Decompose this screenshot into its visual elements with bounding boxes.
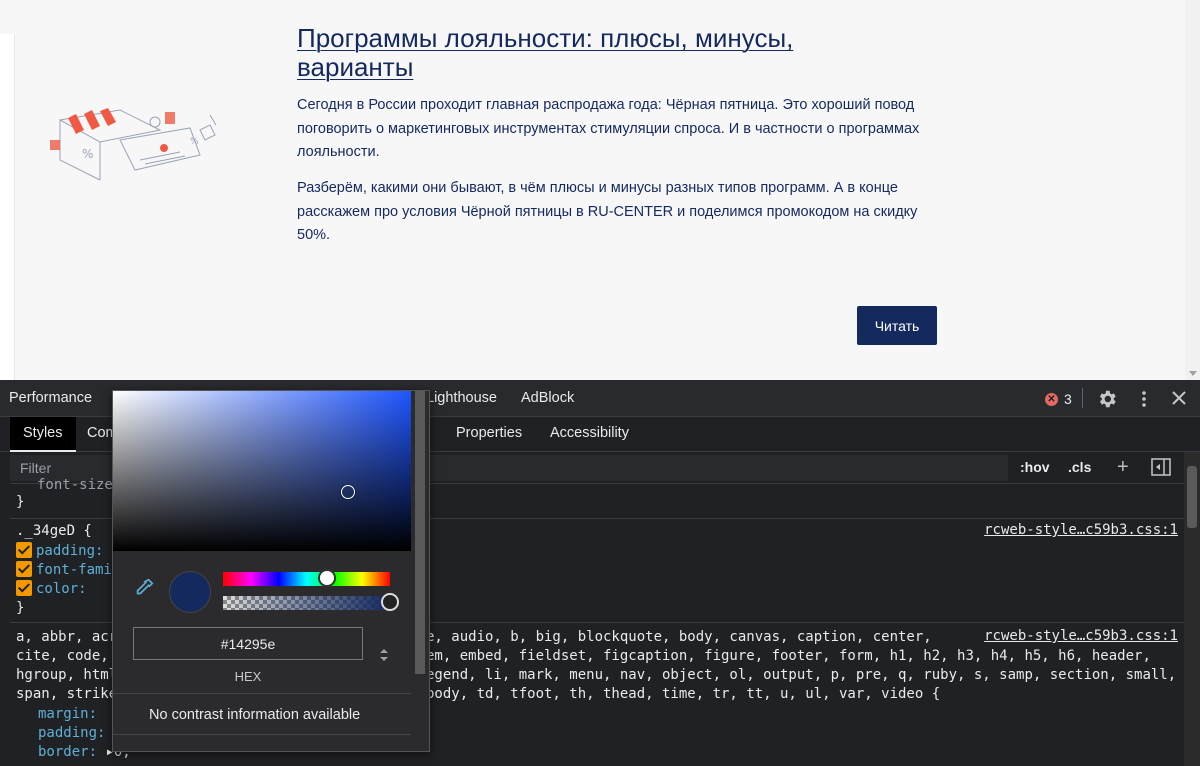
rule2-selector-line1-right[interactable]: e, audio, b, big, blockquote, body, canv… xyxy=(426,628,932,647)
styles-scrollbar[interactable] xyxy=(1184,452,1200,766)
svg-text:%: % xyxy=(190,137,199,147)
saturation-value-handle[interactable] xyxy=(341,485,355,499)
previous-rule-tail: font-size xyxy=(37,477,113,493)
rule2-selector-line4-left[interactable]: span, strike xyxy=(16,685,117,704)
article-paragraph-1: Сегодня в России проходит главная распро… xyxy=(297,97,920,160)
color-picker-scroll-thumb[interactable] xyxy=(415,391,425,674)
more-options-icon[interactable] xyxy=(1136,389,1152,409)
error-icon: ✕ xyxy=(1045,392,1058,406)
color-format-label: HEX xyxy=(234,669,262,684)
color-format-toggle-icon[interactable] xyxy=(379,647,389,663)
rule1-selector[interactable]: ._34geD { xyxy=(16,522,92,541)
page-left-edge xyxy=(0,34,15,380)
tab-lighthouse[interactable]: Lighthouse xyxy=(426,390,497,406)
hue-slider-handle[interactable] xyxy=(317,569,336,587)
rule2-selector-line3-left[interactable]: hgroup, html xyxy=(16,666,117,685)
styles-scroll-thumb[interactable] xyxy=(1187,466,1197,528)
eyedropper-icon[interactable] xyxy=(133,577,155,599)
color-picker-scrollbar[interactable] xyxy=(413,391,429,751)
rule1-prop-padding[interactable]: padding: xyxy=(16,542,103,561)
tab-properties[interactable]: Properties xyxy=(456,425,522,441)
rule1-prop-color[interactable]: color: xyxy=(16,580,87,599)
saturation-value-area[interactable] xyxy=(113,391,411,551)
property-checkbox[interactable] xyxy=(16,580,32,596)
rule-close-brace: } xyxy=(16,494,25,510)
article-paragraph-2: Разберём, какими они бывают, в чём плюсы… xyxy=(297,180,918,243)
rule2-selector-line4-right[interactable]: body, td, tfoot, th, thead, time, tr, tt… xyxy=(426,685,940,704)
property-checkbox[interactable] xyxy=(16,542,32,558)
rule1-close-brace: } xyxy=(16,600,25,616)
rule1-prop-font-family[interactable]: font-fami xyxy=(16,561,112,580)
hex-value-input[interactable] xyxy=(133,627,363,660)
contrast-info-text: No contrast information available xyxy=(149,707,361,723)
error-count: 3 xyxy=(1064,391,1072,407)
rule2-selector-line3-right[interactable]: egend, li, mark, menu, nav, object, ol, … xyxy=(426,666,1176,685)
tab-accessibility[interactable]: Accessibility xyxy=(550,425,629,441)
property-checkbox[interactable] xyxy=(16,561,32,577)
svg-text:%: % xyxy=(82,147,93,161)
webpage-viewport: % % Программы лояльности: плюсы, минусы,… xyxy=(0,0,1200,380)
alpha-slider[interactable] xyxy=(223,596,390,610)
tab-performance[interactable]: Performance xyxy=(9,390,92,406)
alpha-slider-handle[interactable] xyxy=(381,593,399,611)
toggle-sidebar-icon[interactable] xyxy=(1151,458,1171,476)
tab-styles[interactable]: Styles xyxy=(10,417,76,452)
hue-slider[interactable] xyxy=(223,572,390,586)
rule2-selector-line2-left[interactable]: cite, code, xyxy=(16,647,117,666)
gear-icon[interactable] xyxy=(1096,388,1118,410)
close-devtools-icon[interactable] xyxy=(1170,389,1188,407)
color-picker-separator xyxy=(113,693,411,694)
loyalty-shop-illustration: % % xyxy=(50,108,217,181)
toolbar-divider xyxy=(1082,388,1083,408)
article-title-link[interactable]: Программы лояльности: плюсы, минусы, вар… xyxy=(297,24,857,82)
color-picker-separator xyxy=(113,734,411,735)
color-picker-popup: HEX No contrast information available xyxy=(112,390,430,752)
rule2-prop-margin[interactable]: margin: xyxy=(38,705,97,724)
rule1-source-link[interactable]: rcweb-style…c59b3.css:1 xyxy=(984,522,1178,538)
new-rule-plus-icon[interactable]: + xyxy=(1117,456,1129,479)
tab-adblock[interactable]: AdBlock xyxy=(521,390,574,406)
rule2-selector-line2-right[interactable]: em, embed, fieldset, figcaption, figure,… xyxy=(426,647,1151,666)
read-button[interactable]: Читать xyxy=(857,306,937,345)
page-scrollbar[interactable] xyxy=(1185,0,1200,380)
error-count-badge[interactable]: ✕ 3 xyxy=(1045,391,1072,407)
rule2-prop-padding[interactable]: padding: xyxy=(38,724,105,743)
color-swatch xyxy=(169,571,211,613)
rule2-source-link[interactable]: rcweb-style…c59b3.css:1 xyxy=(984,628,1178,644)
rule2-selector-line1-left[interactable]: a, abbr, acr xyxy=(16,628,117,647)
hover-state-toggle[interactable]: :hov xyxy=(1020,459,1050,475)
scroll-down-arrow-icon[interactable] xyxy=(1189,371,1197,376)
class-toggle[interactable]: .cls xyxy=(1068,459,1091,475)
